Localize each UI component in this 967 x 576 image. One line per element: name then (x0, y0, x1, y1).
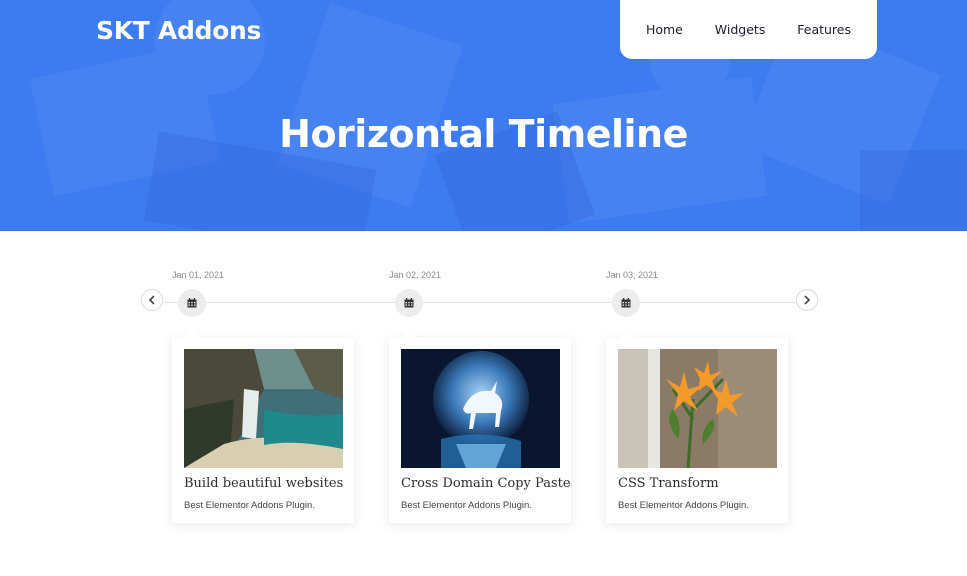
page-title: Horizontal Timeline (279, 112, 688, 156)
nav-widgets[interactable]: Widgets (715, 22, 766, 37)
calendar-icon (187, 298, 197, 308)
card-image-lily (618, 349, 777, 468)
timeline-date: Jan 01, 2021 (172, 270, 225, 280)
timeline-date: Jan 02, 2021 (389, 270, 442, 280)
timeline-card: CSS Transform Best Elementor Addons Plug… (606, 330, 788, 523)
timeline-marker (612, 289, 640, 317)
timeline-date: Jan 03, 2021 (606, 270, 659, 280)
calendar-icon (404, 298, 414, 308)
timeline-line (165, 302, 795, 303)
chevron-left-icon (148, 295, 155, 305)
nav-features[interactable]: Features (797, 22, 851, 37)
card-text: Best Elementor Addons Plugin. (618, 500, 749, 511)
timeline-card: Cross Domain Copy Paste Best Elementor A… (389, 330, 571, 523)
timeline-marker (178, 289, 206, 317)
brand-logo[interactable]: SKT Addons (96, 16, 261, 45)
nav-home[interactable]: Home (646, 22, 683, 37)
calendar-icon (621, 298, 631, 308)
timeline-card: Build beautiful websites Best Elementor … (172, 330, 354, 523)
card-title[interactable]: CSS Transform (618, 476, 719, 491)
card-text: Best Elementor Addons Plugin. (401, 500, 532, 511)
hero-banner: SKT Addons Home Widgets Features Horizon… (0, 0, 967, 231)
main-nav: Home Widgets Features (620, 0, 877, 59)
timeline-marker (395, 289, 423, 317)
card-image-beach (184, 349, 343, 468)
card-title[interactable]: Cross Domain Copy Paste (401, 476, 571, 491)
chevron-right-icon (804, 295, 811, 305)
timeline-prev-button[interactable] (141, 289, 163, 311)
timeline-next-button[interactable] (796, 289, 818, 311)
card-text: Best Elementor Addons Plugin. (184, 500, 315, 511)
card-image-unicorn (401, 349, 560, 468)
card-title[interactable]: Build beautiful websites (184, 476, 343, 491)
